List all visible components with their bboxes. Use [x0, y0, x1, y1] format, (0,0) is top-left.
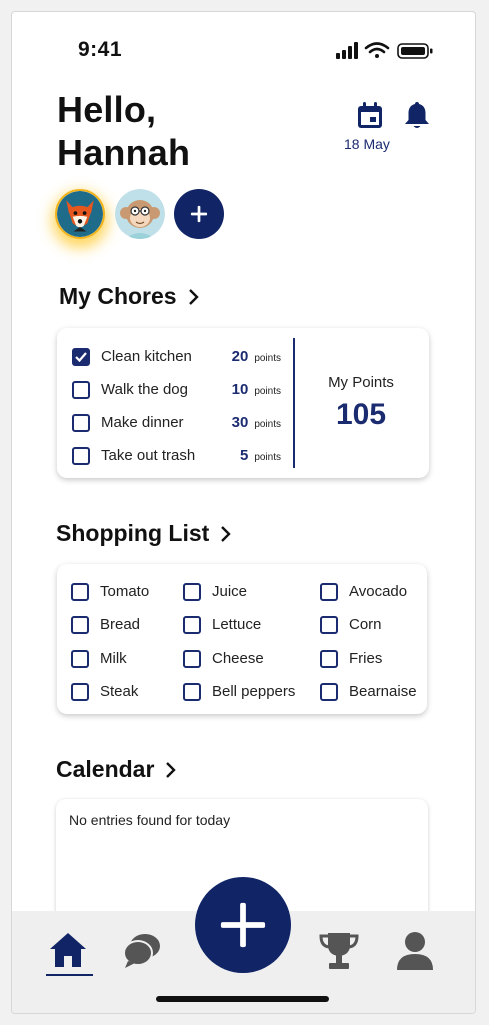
date-label: 18 May	[344, 136, 390, 152]
chore-points-value: 5	[239, 447, 249, 464]
calendar-title-label: Calendar	[56, 756, 155, 782]
shopping-item-label: Corn	[349, 616, 382, 633]
phone-screen: 9:41 Hello, Hannah 18 May My Chores Clea…	[11, 11, 476, 1014]
greeting-title: Hello, Hannah	[57, 89, 191, 173]
chore-points-unit: points	[254, 386, 281, 397]
chore-points-unit: points	[254, 419, 281, 430]
shopping-item-label: Bearnaise	[349, 683, 417, 700]
chore-item[interactable]: Clean kitchen 20 points	[57, 346, 297, 368]
chore-checkbox[interactable]	[72, 447, 90, 465]
status-time: 9:41	[78, 38, 123, 61]
shopping-checkbox[interactable]	[71, 616, 89, 634]
chevron-right-icon	[221, 525, 232, 542]
shopping-checkbox[interactable]	[183, 583, 201, 601]
home-active-indicator	[46, 974, 93, 976]
shopping-item-label: Steak	[100, 683, 139, 700]
chevron-right-icon	[188, 288, 199, 305]
checkmark-icon	[75, 352, 87, 363]
chat-icon[interactable]	[122, 931, 162, 969]
trophy-icon[interactable]	[318, 931, 360, 971]
chore-label: Make dinner	[101, 414, 184, 431]
shopping-checkbox[interactable]	[183, 683, 201, 701]
my-points-label: My Points	[328, 374, 394, 391]
chore-points: 10 points	[232, 381, 281, 398]
shopping-section-title[interactable]: Shopping List	[56, 520, 232, 547]
shopping-checkbox[interactable]	[320, 650, 338, 668]
chore-item[interactable]: Make dinner 30 points	[57, 412, 297, 434]
shopping-checkbox[interactable]	[183, 650, 201, 668]
chores-card: Clean kitchen 20 points Walk the dog 10 point…	[57, 328, 429, 478]
plus-icon	[190, 205, 208, 223]
shopping-item-label: Cheese	[212, 650, 264, 667]
chore-item[interactable]: Walk the dog 10 points	[57, 379, 297, 401]
chore-item[interactable]: Take out trash 5 points	[57, 445, 297, 467]
chore-label: Take out trash	[101, 447, 196, 464]
shopping-item-label: Bread	[100, 616, 141, 633]
chore-points: 30 points	[232, 414, 281, 431]
shopping-item-label: Milk	[100, 650, 127, 667]
chore-points-value: 30	[231, 414, 249, 431]
shopping-title-label: Shopping List	[56, 520, 210, 546]
signal-icon	[336, 42, 358, 59]
chevron-right-icon	[166, 761, 177, 778]
shopping-checkbox[interactable]	[320, 616, 338, 634]
battery-icon	[397, 43, 433, 59]
shopping-item-label: Avocado	[349, 583, 408, 600]
chore-points: 20 points	[232, 348, 281, 365]
chore-points-value: 20	[231, 348, 249, 365]
add-fab-button[interactable]	[195, 877, 291, 973]
my-points-value: 105	[335, 398, 387, 431]
shopping-checkbox[interactable]	[71, 650, 89, 668]
chore-label: Clean kitchen	[101, 348, 192, 365]
home-indicator	[156, 996, 329, 1002]
chore-points-unit: points	[254, 452, 281, 463]
chores-section-title[interactable]: My Chores	[59, 283, 199, 310]
shopping-checkbox[interactable]	[320, 583, 338, 601]
shopping-checkbox[interactable]	[71, 583, 89, 601]
chore-checkbox[interactable]	[72, 381, 90, 399]
calendar-section-title[interactable]: Calendar	[56, 756, 177, 783]
chore-points: 5 points	[240, 447, 281, 464]
shopping-item-label: Fries	[349, 650, 383, 667]
chore-points-value: 10	[231, 381, 249, 398]
chore-checkbox[interactable]	[72, 348, 90, 366]
chores-title-label: My Chores	[59, 283, 177, 309]
wifi-icon	[364, 42, 390, 58]
fox-icon	[57, 191, 103, 237]
shopping-item-label: Bell peppers	[212, 683, 296, 700]
avatar-monkey[interactable]	[115, 189, 165, 239]
shopping-item-label: Lettuce	[212, 616, 262, 633]
shopping-checkbox[interactable]	[183, 616, 201, 634]
shopping-checkbox[interactable]	[320, 683, 338, 701]
calendar-empty-text: No entries found for today	[69, 812, 231, 828]
chore-points-unit: points	[254, 353, 281, 364]
monkey-icon	[115, 189, 165, 239]
chore-checkbox[interactable]	[72, 414, 90, 432]
profile-icon[interactable]	[395, 930, 435, 970]
avatar-fox[interactable]	[55, 189, 105, 239]
shopping-checkbox[interactable]	[71, 683, 89, 701]
bell-icon[interactable]	[403, 100, 431, 130]
shopping-item-label: Tomato	[100, 583, 150, 600]
calendar-icon[interactable]	[355, 101, 385, 131]
shopping-item-label: Juice	[212, 583, 248, 600]
plus-icon	[220, 902, 266, 948]
shopping-card: Tomato Juice Avocado Bread Lettuce Corn Milk Ch…	[57, 564, 427, 714]
chore-label: Walk the dog	[101, 381, 188, 398]
home-icon[interactable]	[48, 930, 88, 970]
add-member-button[interactable]	[174, 189, 224, 239]
status-icons	[336, 42, 433, 59]
